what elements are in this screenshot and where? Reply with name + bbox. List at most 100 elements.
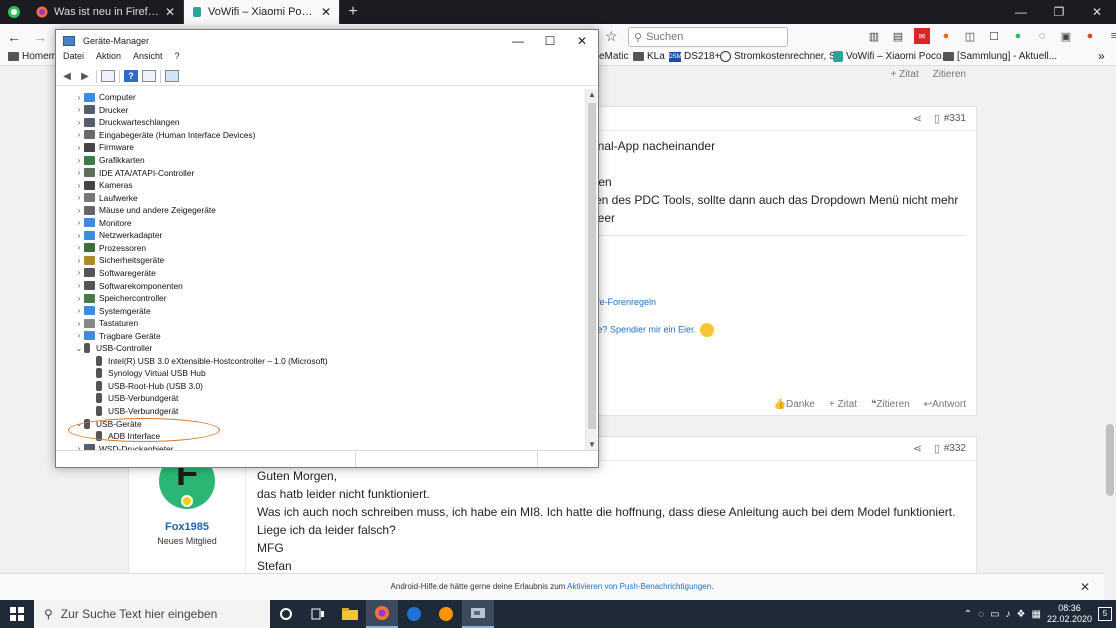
tree-item[interactable]: USB-Verbundgerät: [86, 392, 178, 405]
tree-item[interactable]: › Eingabegeräte (Human Interface Devices): [74, 129, 256, 142]
expand-toggle-icon[interactable]: ›: [74, 181, 84, 190]
scroll-down-icon[interactable]: ▼: [586, 440, 598, 449]
expand-toggle-icon[interactable]: ›: [74, 331, 84, 340]
maximize-icon[interactable]: ☐: [534, 34, 566, 48]
menu-icon[interactable]: ≡: [1106, 28, 1116, 44]
tree-item[interactable]: › Tragbare Geräte: [74, 329, 161, 342]
tree-item[interactable]: › Tastaturen: [74, 317, 138, 330]
cite-button[interactable]: Zitieren: [933, 69, 966, 80]
tree-item[interactable]: › Druckwarteschlangen: [74, 116, 180, 129]
device-manager-taskbar-icon[interactable]: [462, 600, 494, 628]
outlook-icon[interactable]: [398, 600, 430, 628]
bookmark-ds218[interactable]: DSM DS218+: [668, 51, 720, 62]
tree-item[interactable]: › Computer: [74, 91, 136, 104]
expand-toggle-icon[interactable]: ›: [74, 193, 84, 202]
tree-item[interactable]: › Firmware: [74, 141, 134, 154]
expand-toggle-icon[interactable]: ›: [74, 243, 84, 252]
network-icon[interactable]: ◌: [978, 609, 984, 620]
post-number[interactable]: #331: [944, 113, 966, 124]
tree-item[interactable]: › Drucker: [74, 104, 129, 117]
bookmark-stromkosten[interactable]: Stromkostenrechner, S...: [720, 51, 844, 62]
action-center-icon[interactable]: 5: [1098, 607, 1112, 621]
task-view-icon[interactable]: [302, 600, 334, 628]
tree-item[interactable]: USB-Verbundgerät: [86, 405, 178, 418]
reader-icon[interactable]: ▣: [1058, 28, 1074, 44]
thanks-button[interactable]: 👍Danke: [774, 399, 815, 410]
search-box[interactable]: ⚲: [628, 27, 788, 47]
expand-toggle-icon[interactable]: ›: [74, 231, 84, 240]
sidebar-icon[interactable]: ▤: [890, 28, 906, 44]
tree-item[interactable]: › Speichercontroller: [74, 292, 167, 305]
expand-toggle-icon[interactable]: ›: [74, 281, 84, 290]
tree-item[interactable]: › Grafikkarten: [74, 154, 145, 167]
close-tab-icon[interactable]: ✕: [321, 5, 331, 19]
menu-datei[interactable]: Datei: [63, 51, 84, 66]
script-icon[interactable]: ☐: [986, 28, 1002, 44]
bookmark-vowifi[interactable]: VoWifi – Xiaomi Poco...: [833, 51, 950, 62]
addon-icon[interactable]: ●: [1082, 28, 1098, 44]
tree-item[interactable]: › WSD-Druckanbieter: [74, 442, 173, 450]
pocket-icon[interactable]: ◫: [962, 28, 978, 44]
scrollbar-thumb[interactable]: [588, 103, 596, 429]
battery-icon[interactable]: ▭: [990, 609, 999, 620]
expand-toggle-icon[interactable]: ›: [74, 268, 84, 277]
tree-item[interactable]: › IDE ATA/ATAPI-Controller: [74, 166, 195, 179]
author-name[interactable]: Fox1985: [129, 521, 245, 533]
tree-item[interactable]: Synology Virtual USB Hub: [86, 367, 206, 380]
basketball-icon[interactable]: ●: [938, 28, 954, 44]
tab-vowifi[interactable]: VoWifi – Xiaomi Pocophone F1 ✕: [184, 0, 340, 24]
expand-toggle-icon[interactable]: ›: [74, 118, 84, 127]
expand-toggle-icon[interactable]: ›: [74, 93, 84, 102]
device-manager-titlebar[interactable]: Geräte-Manager — ☐ ✕: [56, 30, 598, 51]
back-button[interactable]: ←: [2, 25, 26, 49]
bookmark-ematic[interactable]: eMatic: [599, 51, 628, 62]
forum-rules-link[interactable]: lfe-Forenregeln: [595, 297, 656, 307]
tree-item[interactable]: USB-Root-Hub (USB 3.0): [86, 380, 203, 393]
tree-item[interactable]: › Sicherheitsgeräte: [74, 254, 165, 267]
tree-item[interactable]: Intel(R) USB 3.0 eXtensible-Hostcontroll…: [86, 355, 328, 368]
keyboard-icon[interactable]: ▦: [1032, 609, 1041, 620]
expand-toggle-icon[interactable]: ›: [74, 256, 84, 265]
cite-button[interactable]: ❝Zitieren: [871, 399, 910, 410]
file-explorer-icon[interactable]: [334, 600, 366, 628]
tree-item[interactable]: › Monitore: [74, 217, 132, 230]
forward-icon[interactable]: ▶: [78, 70, 92, 82]
reply-button[interactable]: ↩Antwort: [924, 399, 966, 410]
enable-push-link[interactable]: Aktivieren von Push-Benachrichtigungen: [567, 582, 711, 591]
whatsapp-icon[interactable]: ●: [1010, 28, 1026, 44]
tree-item[interactable]: › Netzwerkadapter: [74, 229, 163, 242]
library-icon[interactable]: ▥: [866, 28, 882, 44]
donate-link[interactable]: fe? Spendier mir ein Eier.: [595, 323, 715, 337]
properties-icon[interactable]: [101, 70, 115, 82]
expand-toggle-icon[interactable]: ›: [74, 105, 84, 114]
quote-button[interactable]: + Zitat: [891, 69, 919, 80]
tree-item[interactable]: › Laufwerke: [74, 191, 138, 204]
tab-firefox-news[interactable]: Was ist neu in Firefox? Mach Fi ✕: [28, 0, 184, 24]
forward-button[interactable]: →: [28, 25, 52, 49]
expand-toggle-icon[interactable]: ›: [74, 130, 84, 139]
tree-item[interactable]: › Mäuse und andere Zeigegeräte: [74, 204, 216, 217]
menu-aktion[interactable]: Aktion: [96, 51, 121, 66]
bookmark-icon[interactable]: ▯: [934, 112, 940, 125]
tree-item[interactable]: › Softwaregeräte: [74, 267, 156, 280]
tree-item[interactable]: ⌄ USB-Controller: [74, 342, 152, 355]
firefox-taskbar-icon[interactable]: [366, 600, 398, 628]
bookmark-sammlung[interactable]: [Sammlung] - Aktuell...: [943, 51, 1057, 62]
page-scrollbar-thumb[interactable]: [1106, 424, 1114, 496]
volume-icon[interactable]: ♪: [1006, 609, 1011, 620]
tree-item[interactable]: › Kameras: [74, 179, 133, 192]
expand-toggle-icon[interactable]: ⌄: [74, 344, 84, 353]
bookmarks-more-button[interactable]: »: [1098, 49, 1105, 63]
tree-item[interactable]: › Systemgeräte: [74, 304, 151, 317]
taskbar-search[interactable]: ⚲ Zur Suche Text hier eingeben: [34, 600, 270, 628]
share-icon[interactable]: ⋖: [913, 112, 922, 125]
bookmark-star-icon[interactable]: ☆: [605, 28, 618, 45]
post-number[interactable]: #332: [944, 443, 966, 454]
device-tree-scrollbar[interactable]: ▲ ▼: [585, 89, 597, 450]
menu-ansicht[interactable]: Ansicht: [133, 51, 163, 66]
bookmark-kla[interactable]: KLa: [633, 51, 665, 62]
extension-icon[interactable]: ◌: [1034, 28, 1050, 44]
expand-toggle-icon[interactable]: ›: [74, 156, 84, 165]
help-icon[interactable]: ?: [124, 70, 138, 82]
quote-button[interactable]: + Zitat: [829, 399, 857, 410]
